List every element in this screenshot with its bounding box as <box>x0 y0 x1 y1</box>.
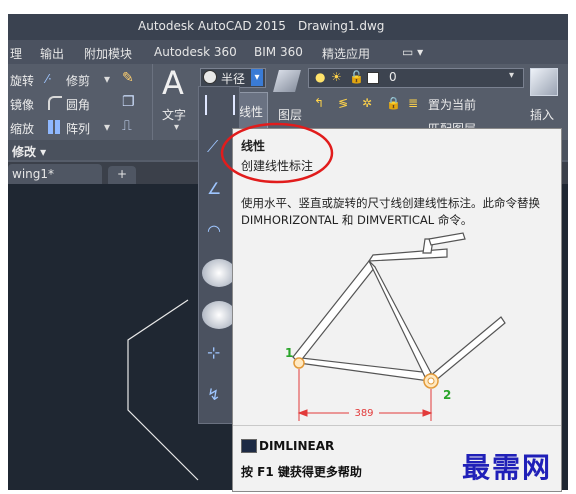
tooltip-help-hint: 按 F1 键获得更多帮助 <box>241 465 362 479</box>
text-label[interactable]: 文字 <box>162 106 186 123</box>
array-button[interactable]: 阵列 <box>66 120 90 137</box>
dimension-value: 389 <box>354 408 373 419</box>
mirror-button[interactable]: 镜像 <box>10 96 34 113</box>
tab-drawing1-label: wing1* <box>12 167 55 181</box>
diameter-dim-icon[interactable] <box>202 301 236 329</box>
file-title: Drawing1.dwg <box>298 19 385 33</box>
radius-dropdown[interactable]: 半径 ▾ <box>200 68 266 88</box>
app-title: Autodesk AutoCAD 2015 <box>138 19 286 33</box>
set-current-icon[interactable]: ≣ <box>408 96 418 110</box>
layer-lock-icon[interactable]: 🔒 <box>386 96 401 110</box>
point-1-label: 1 <box>285 346 293 360</box>
point-2-label: 2 <box>443 388 451 402</box>
linear-dim-icon[interactable] <box>205 95 235 115</box>
chevron-down-icon[interactable]: ▾ <box>251 69 263 86</box>
set-current-button[interactable]: 置为当前 <box>428 96 476 113</box>
command-icon <box>241 439 257 453</box>
fillet-icon <box>48 96 62 110</box>
current-layer-value: 0 <box>389 70 397 84</box>
radius-dim-icon[interactable] <box>202 259 236 287</box>
modify-panel-label[interactable]: 修改 ▾ <box>12 143 46 160</box>
arc-length-icon[interactable]: ◠ <box>207 221 221 240</box>
plus-icon: + <box>117 167 128 181</box>
scale-button[interactable]: 缩放 <box>10 120 34 137</box>
layer-tool-icon[interactable]: ↰ <box>314 96 324 110</box>
chevron-down-icon[interactable]: ▾ <box>174 122 179 133</box>
tooltip-divider <box>233 425 561 426</box>
ordinate-dim-icon[interactable]: ⊹ <box>207 343 220 362</box>
title-bar: Autodesk AutoCAD 2015 Drawing1.dwg <box>8 14 568 40</box>
layer-properties-icon[interactable] <box>273 70 301 92</box>
erase-icon[interactable]: ✎ <box>122 70 134 86</box>
array-icon <box>48 120 62 134</box>
chevron-down-icon: ▾ <box>509 70 515 81</box>
insert-label[interactable]: 插入 <box>530 106 554 123</box>
fillet-button[interactable]: 圆角 <box>66 96 90 113</box>
tooltip-description: 使用水平、竖直或旋转的尺寸线创建线性标注。此命令替换 DIMHORIZONTAL… <box>241 196 540 227</box>
tooltip-command-name: DIMLINEAR <box>259 439 335 453</box>
color-swatch-icon <box>367 72 379 84</box>
radius-label: 半径 <box>221 72 246 86</box>
trim-icon: ⁄⋅ <box>46 72 52 86</box>
rotate-button[interactable]: 旋转 <box>10 72 34 89</box>
highlight-ellipse <box>220 122 334 184</box>
lock-icon: 🔓 <box>349 70 364 84</box>
stretch-icon[interactable]: ⎍ <box>122 118 132 134</box>
menu-item-workspace[interactable]: ▭ ▾ <box>402 45 423 59</box>
menu-item-autodesk360[interactable]: Autodesk 360 <box>154 45 237 59</box>
jogged-dim-icon[interactable]: ↯ <box>207 385 220 404</box>
dropdown-arrow-icon[interactable]: ▾ <box>104 72 110 86</box>
menu-item-featured-apps[interactable]: 精选应用 <box>322 45 370 62</box>
text-icon[interactable]: A <box>162 64 184 102</box>
aligned-dim-icon[interactable]: ⟋ <box>207 137 218 157</box>
menu-item-manage[interactable]: 理 <box>10 45 22 62</box>
insert-block-icon[interactable] <box>530 68 558 96</box>
menu-bar: 理 输出 附加模块 Autodesk 360 BIM 360 精选应用 ▭ ▾ <box>8 40 568 64</box>
sun-icon: ☀ <box>331 70 342 84</box>
menu-item-bim360[interactable]: BIM 360 <box>254 45 303 59</box>
bicycle-frame-illustration: 389 1 2 <box>285 232 506 421</box>
menu-item-output[interactable]: 输出 <box>40 45 64 62</box>
menu-item-addons[interactable]: 附加模块 <box>84 45 132 62</box>
watermark-logo: 最需网 <box>462 451 553 484</box>
new-tab-button[interactable]: + <box>108 166 136 184</box>
copy-icon[interactable]: ❐ <box>122 94 135 110</box>
point-1-marker <box>293 357 305 369</box>
layer-tool-icon[interactable]: ≶ <box>338 96 348 110</box>
linear-label: 线性 <box>239 105 264 119</box>
tab-drawing1[interactable]: wing1* <box>8 164 102 184</box>
radius-icon <box>203 70 217 84</box>
trim-button[interactable]: 修剪 <box>66 72 90 89</box>
layer-tool-icon[interactable]: ✲ <box>362 96 372 110</box>
panel-divider <box>152 64 153 140</box>
layer-dropdown[interactable]: ● ☀ 🔓 0 ▾ <box>308 68 524 88</box>
dropdown-arrow-icon[interactable]: ▾ <box>104 120 110 134</box>
lightbulb-icon: ● <box>315 70 326 84</box>
